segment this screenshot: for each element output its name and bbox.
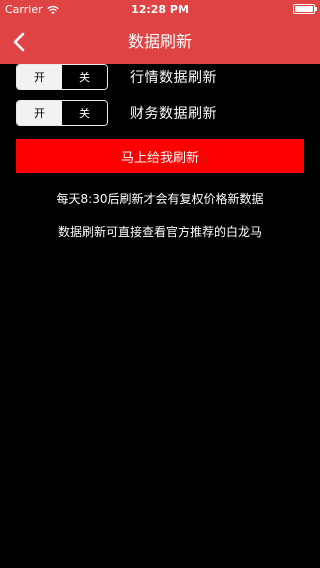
status-time: 12:28 PM <box>131 3 189 16</box>
battery-icon <box>293 4 317 14</box>
finance-refresh-on-option[interactable]: 开 <box>17 101 62 125</box>
refresh-now-button[interactable]: 马上给我刷新 <box>16 139 304 173</box>
market-refresh-on-option[interactable]: 开 <box>17 65 62 89</box>
battery-level <box>295 6 313 12</box>
nav-bar: 数据刷新 <box>0 20 320 64</box>
finance-refresh-row: 开 关 财务数据刷新 <box>16 98 217 128</box>
status-bar: Carrier 12:28 PM <box>0 0 320 20</box>
refresh-note-1: 每天8:30后刷新才会有复权价格新数据 <box>56 192 264 206</box>
finance-refresh-toggle[interactable]: 开 关 <box>16 100 108 126</box>
market-refresh-row: 开 关 行情数据刷新 <box>16 62 217 92</box>
market-refresh-label: 行情数据刷新 <box>130 70 217 86</box>
refresh-note-2: 数据刷新可直接查看官方推荐的白龙马 <box>57 225 262 239</box>
market-refresh-toggle[interactable]: 开 关 <box>16 64 108 90</box>
page-title: 数据刷新 <box>127 32 192 51</box>
finance-refresh-label: 财务数据刷新 <box>130 106 217 122</box>
market-refresh-off-option[interactable]: 关 <box>62 65 107 89</box>
finance-refresh-off-option[interactable]: 关 <box>62 101 107 125</box>
